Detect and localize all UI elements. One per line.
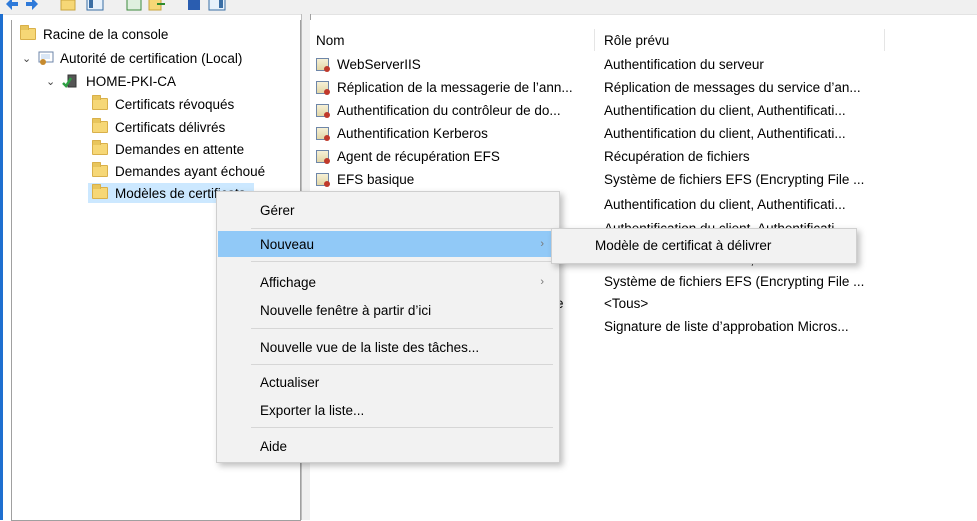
tree-item-label: Certificats révoqués [115,96,235,112]
submenu-arrow-icon: › [540,238,544,250]
menu-item-new-window[interactable]: Nouvelle fenêtre à partir d’ici [218,297,558,323]
menu-item-label: Gérer [260,202,295,218]
menu-item-label: Exporter la liste... [260,402,365,418]
back-arrow-icon[interactable] [4,0,20,12]
certificate-template-icon [316,126,330,141]
help-icon[interactable] [186,0,202,12]
tree-item-label: Autorité de certification (Local) [60,50,243,66]
list-item[interactable]: Agent de récupération EFS [316,145,592,167]
tree-item-pending-requests[interactable]: Demandes en attente [92,139,244,159]
column-separator[interactable] [594,29,595,51]
list-item[interactable]: Authentification du contrôleur de do... [316,99,592,121]
menu-separator [251,261,553,262]
menu-separator [251,364,553,365]
chevron-down-icon[interactable]: ⌄ [46,75,56,88]
properties-icon[interactable] [126,0,142,12]
list-item[interactable]: Authentification Kerberos [316,122,592,144]
tree-item-home-pki-ca[interactable]: ⌄ HOME-PKI-CA [46,71,176,91]
certificate-template-icon [316,57,330,72]
submenu-arrow-icon: › [540,276,544,288]
menu-item-label: Aide [260,438,288,454]
menu-item-label: Nouvelle fenêtre à partir d’ici [260,302,432,318]
tree-item-certification-authority[interactable]: ⌄ Autorité de certification (Local) [22,48,242,68]
certificate-template-icon [316,80,330,95]
column-separator[interactable] [884,29,885,51]
menu-item-label: Modèle de certificat à délivrer [595,237,772,253]
list-item-role: Récupération de fichiers [604,148,750,164]
tree-item-label: HOME-PKI-CA [86,73,177,89]
tree-item-console-root[interactable]: Racine de la console [20,24,168,44]
show-hide-tree-icon[interactable] [86,0,104,12]
submenu-new: Modèle de certificat à délivrer [551,228,857,264]
list-item[interactable]: Réplication de la messagerie de l’ann... [316,76,592,98]
menu-item-label: Actualiser [260,374,320,390]
menu-separator [251,228,553,229]
list-item-role: Signature de liste d’approbation Micros.… [604,318,849,334]
menu-item-help[interactable]: Aide [218,433,558,459]
list-item-role: <Tous> [604,295,649,311]
certificate-template-icon [316,103,330,118]
folder-icon [92,162,108,177]
show-hide-action-pane-icon[interactable] [208,0,226,12]
menu-item-manage[interactable]: Gérer [218,197,558,223]
menu-item-label: Nouvelle vue de la liste des tâches... [260,339,480,355]
tree-item-label: Certificats délivrés [115,119,226,135]
menu-item-export-list[interactable]: Exporter la liste... [218,397,558,423]
list-item[interactable]: WebServerIIS [316,53,592,75]
ca-server-icon [62,74,77,88]
template-name: Authentification Kerberos [337,125,488,141]
menu-item-refresh[interactable]: Actualiser [218,369,558,395]
list-item-name-fragment: e [556,292,586,314]
tree-item-failed-requests[interactable]: Demandes ayant échoué [92,161,265,181]
tree-item-revoked-certificates[interactable]: Certificats révoqués [92,94,234,114]
list-item[interactable]: EFS basique [316,168,592,190]
list-item-role: Authentification du client, Authentifica… [604,102,846,118]
menu-item-new-taskpad-view[interactable]: Nouvelle vue de la liste des tâches... [218,334,558,360]
folder-icon [92,95,108,110]
list-item-role: Authentification du serveur [604,56,764,72]
certificate-template-icon [316,172,330,187]
certificate-template-icon [316,149,330,164]
menu-item-view[interactable]: Affichage › [218,269,558,295]
menu-item-label: Nouveau [260,236,315,252]
list-item-role: Système de fichiers EFS (Encrypting File… [604,171,865,187]
menu-separator [251,427,553,428]
folder-icon [92,184,108,199]
export-icon[interactable] [148,0,166,12]
window-accent-edge [0,14,3,520]
template-name: Réplication de la messagerie de l’ann... [337,79,573,95]
folder-icon [92,140,108,155]
list-item-role: Réplication de messages du service d’an.… [604,79,861,95]
list-item-role: Authentification du client, Authentifica… [604,125,846,141]
list-item-role: Système de fichiers EFS (Encrypting File… [604,273,865,289]
template-name: EFS basique [337,171,415,187]
tree-item-label: Demandes ayant échoué [115,163,266,179]
folder-icon [92,118,108,133]
certification-authority-icon [38,51,54,65]
tree-item-label: Racine de la console [43,26,169,42]
template-name: WebServerIIS [337,56,421,72]
menu-item-new[interactable]: Nouveau › [218,231,558,257]
menu-item-label: Affichage [260,274,317,290]
toolbar [0,0,977,15]
context-menu: Gérer Nouveau › Affichage › Nouvelle fenêt… [216,191,560,463]
folder-icon [20,25,36,40]
up-folder-icon[interactable] [60,0,76,12]
chevron-down-icon[interactable]: ⌄ [22,52,32,65]
column-header-intended-role[interactable]: Rôle prévu [604,29,669,51]
list-item-role: Authentification du client, Authentifica… [604,196,846,212]
tree-item-label: Demandes en attente [115,141,245,157]
template-name: Agent de récupération EFS [337,148,500,164]
column-header-name[interactable]: Nom [316,29,345,51]
template-name: Authentification du contrôleur de do... [337,102,561,118]
menu-item-certificate-template-to-issue[interactable]: Modèle de certificat à délivrer [553,229,855,261]
menu-separator [251,328,553,329]
tree-item-issued-certificates[interactable]: Certificats délivrés [92,117,225,137]
forward-arrow-icon[interactable] [24,0,40,12]
